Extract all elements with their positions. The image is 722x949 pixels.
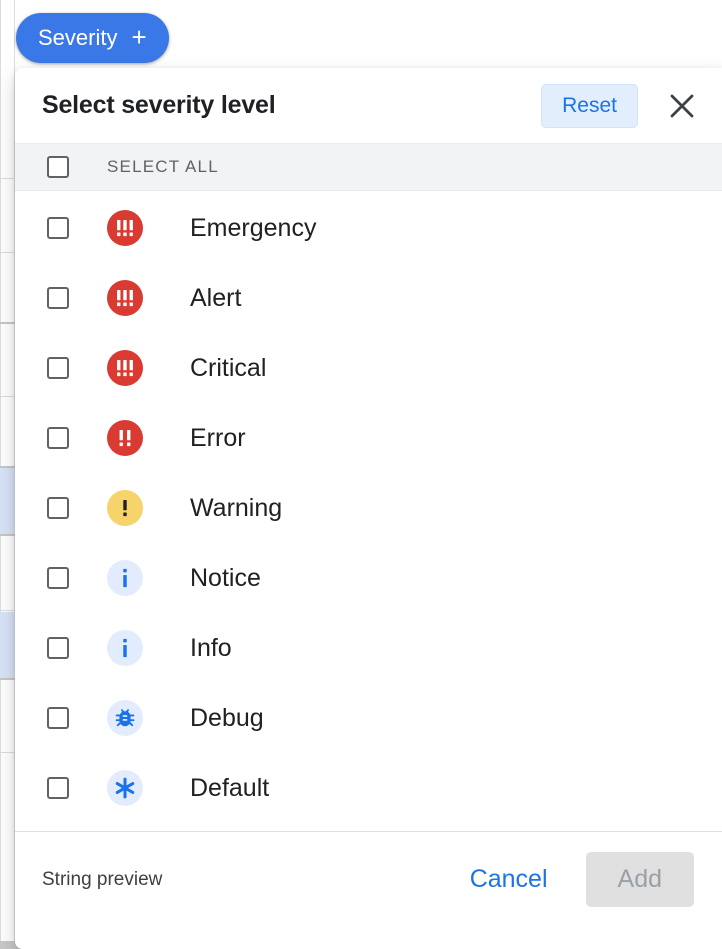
severity-label: Info [190,633,232,662]
severity-info-icon [107,630,143,666]
reset-button[interactable]: Reset [541,83,638,128]
severity-chip-label: Severity [38,25,118,50]
severity-critical-icon [107,350,143,386]
select-all-label: SELECT ALL [107,157,219,176]
cancel-button[interactable]: Cancel [460,857,558,902]
severity-label: Debug [190,703,264,732]
severity-checkbox-warning[interactable] [47,497,69,519]
severity-checkbox-default[interactable] [47,777,69,799]
dialog-header: Select severity level Reset [15,68,722,143]
severity-notice-icon [107,560,143,596]
severity-row-notice[interactable]: Notice [15,543,722,613]
severity-checkbox-emergency[interactable] [47,217,69,239]
severity-label: Critical [190,353,267,382]
background-selected-row [0,468,14,534]
severity-checkbox-debug[interactable] [47,707,69,729]
severity-checkbox-info[interactable] [47,637,69,659]
select-severity-dialog: Select severity level Reset SELECT ALL E… [15,68,722,949]
close-icon[interactable] [660,84,704,128]
dialog-footer: String preview Cancel Add [15,831,722,949]
severity-default-icon [107,770,143,806]
add-button[interactable]: Add [585,852,694,907]
severity-row-debug[interactable]: Debug [15,683,722,753]
severity-label: Warning [190,493,283,522]
severity-debug-icon [107,700,143,736]
severity-row-warning[interactable]: Warning [15,473,722,543]
severity-row-default[interactable]: Default [15,753,722,823]
string-preview-label: String preview [42,868,163,890]
severity-filter-chip[interactable]: Severity + [16,13,169,63]
severity-checkbox-error[interactable] [47,427,69,449]
severity-label: Emergency [190,213,317,242]
severity-warning-icon [107,490,143,526]
page-title: Select severity level [42,91,276,119]
severity-row-error[interactable]: Error [15,403,722,473]
severity-emergency-icon [107,210,143,246]
plus-icon: + [131,22,147,52]
severity-row-info[interactable]: Info [15,613,722,683]
severity-row-critical[interactable]: Critical [15,333,722,403]
severity-checkbox-critical[interactable] [47,357,69,379]
background-selected-row [0,612,14,678]
severity-label: Alert [190,283,242,312]
severity-error-icon [107,420,143,456]
severity-list: Emergency Alert Critical Error Warning Notice… [15,191,722,831]
severity-label: Notice [190,563,261,592]
severity-label: Error [190,423,246,452]
select-all-row[interactable]: SELECT ALL [15,143,722,191]
severity-row-alert[interactable]: Alert [15,263,722,333]
severity-checkbox-notice[interactable] [47,567,69,589]
select-all-checkbox[interactable] [47,156,69,178]
severity-label: Default [190,773,270,802]
severity-row-emergency[interactable]: Emergency [15,193,722,263]
severity-alert-icon [107,280,143,316]
severity-checkbox-alert[interactable] [47,287,69,309]
